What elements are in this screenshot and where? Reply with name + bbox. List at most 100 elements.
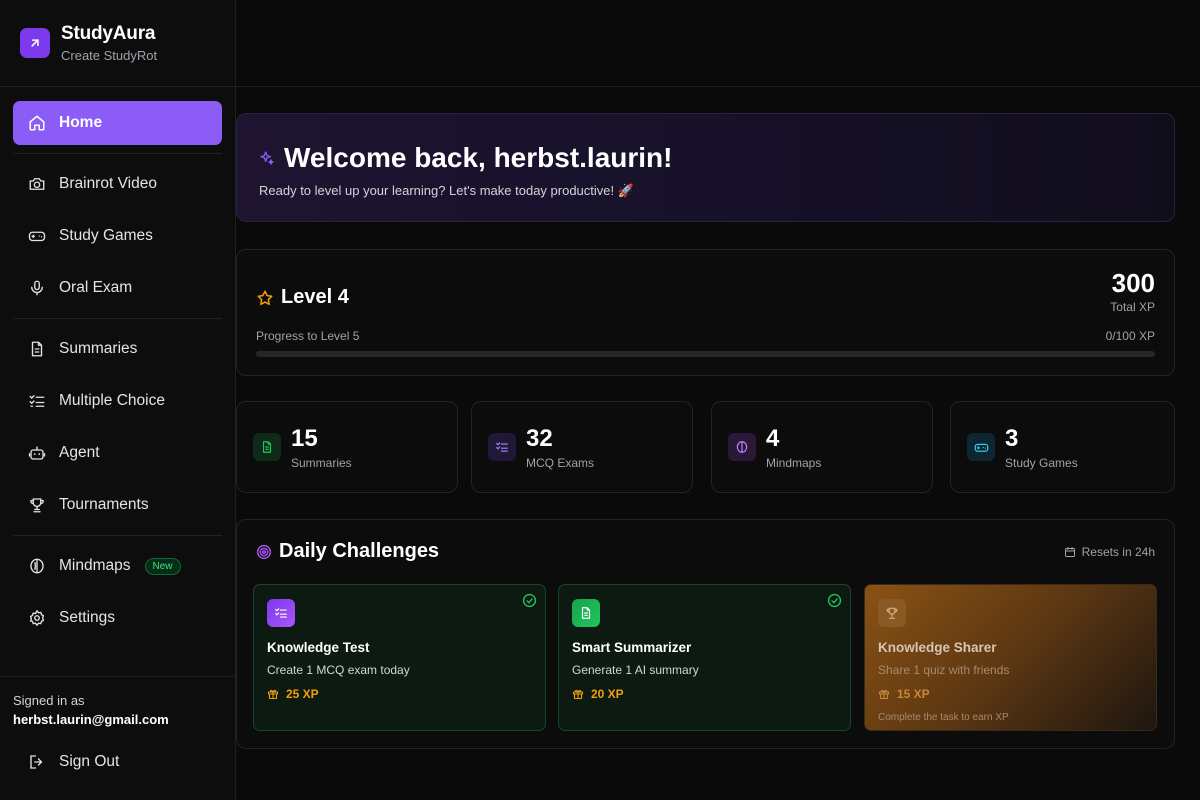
new-badge: New [144, 557, 181, 575]
challenge-description: Generate 1 AI summary [572, 663, 699, 677]
sidebar-item-label: Summaries [59, 340, 138, 357]
level-title: Level 4 [281, 286, 349, 308]
progress-label: Progress to Level 5 [256, 329, 360, 343]
welcome-title: Welcome back, herbst.laurin! [284, 142, 673, 173]
challenge-description: Share 1 quiz with friends [878, 663, 1010, 677]
gamepad-icon [967, 433, 995, 461]
challenge-title: Knowledge Sharer [878, 640, 997, 655]
level-card: Level 4 300 Total XP Progress to Level 5… [236, 249, 1175, 376]
challenge-card-knowledge-sharer[interactable]: Knowledge Sharer Share 1 quiz with frien… [864, 584, 1157, 731]
total-xp-value: 300 [1111, 268, 1155, 298]
check-circle-icon [522, 593, 537, 608]
sign-out-button[interactable]: Sign Out [13, 747, 222, 777]
gift-icon [572, 689, 584, 700]
document-icon [572, 599, 600, 627]
welcome-subtitle: Ready to level up your learning? Let's m… [259, 183, 634, 198]
sidebar-item-home[interactable]: Home [13, 101, 222, 145]
challenge-xp: 15 XP [897, 687, 930, 701]
sidebar-item-oral-exam[interactable]: Oral Exam [13, 266, 222, 310]
stat-card-mindmaps[interactable]: 4 Mindmaps [711, 401, 933, 493]
dashboard: Welcome back, herbst.laurin! Ready to le… [236, 87, 1200, 800]
welcome-banner: Welcome back, herbst.laurin! Ready to le… [236, 113, 1175, 222]
challenge-xp: 25 XP [286, 687, 319, 701]
document-icon [31, 341, 43, 357]
resets-label: Resets in 24h [1081, 544, 1155, 559]
document-icon [253, 433, 281, 461]
sidebar-item-summaries[interactable]: Summaries [13, 327, 222, 371]
trophy-icon [30, 498, 44, 513]
arrow-up-right-icon [20, 28, 50, 58]
sign-out-label: Sign Out [59, 753, 120, 770]
checklist-icon [29, 395, 45, 407]
sidebar-nav: Home Brainrot Video Study Games Oral Exa… [0, 87, 235, 640]
sidebar-item-label: Home [59, 114, 103, 131]
sidebar-item-multiple-choice[interactable]: Multiple Choice [13, 379, 222, 423]
nav-divider [13, 535, 222, 536]
brain-icon [30, 558, 44, 574]
sidebar-item-label: Multiple Choice [59, 392, 165, 409]
daily-challenges-card: Daily Challenges Resets in 24h Knowledge… [236, 519, 1175, 749]
gamepad-icon [28, 231, 46, 242]
sidebar-item-label: Study Games [59, 227, 153, 244]
stat-card-summaries[interactable]: 15 Summaries [236, 401, 458, 493]
stat-label: MCQ Exams [526, 455, 595, 470]
checklist-icon [488, 433, 516, 461]
sidebar-item-label: Brainrot Video [59, 175, 157, 192]
stat-card-study-games[interactable]: 3 Study Games [950, 401, 1175, 493]
calendar-icon [1064, 546, 1075, 557]
challenge-title: Smart Summarizer [572, 640, 692, 655]
brand-subtitle: Create StudyRot [61, 48, 158, 63]
robot-icon [28, 446, 46, 460]
challenge-description: Create 1 MCQ exam today [267, 663, 410, 677]
challenge-title: Knowledge Test [267, 640, 370, 655]
challenge-card-smart-summarizer[interactable]: Smart Summarizer Generate 1 AI summary 2… [558, 584, 851, 731]
sidebar-item-label: Agent [59, 444, 100, 461]
challenge-xp: 20 XP [591, 687, 624, 701]
stat-value: 32 [526, 424, 553, 452]
sidebar-item-agent[interactable]: Agent [13, 431, 222, 475]
stat-label: Summaries [291, 455, 352, 470]
check-circle-icon [827, 593, 842, 608]
target-icon [256, 544, 272, 559]
progress-value: 0/100 XP [1105, 329, 1155, 343]
sidebar-item-mindmaps[interactable]: Mindmaps New [13, 544, 222, 588]
camera-icon [29, 178, 45, 190]
stat-value: 4 [766, 424, 780, 452]
gift-icon [878, 689, 890, 700]
microphone-icon [31, 280, 43, 296]
nav-divider [13, 318, 222, 319]
level-progress-bar [256, 351, 1155, 357]
daily-challenges-title: Daily Challenges [279, 540, 440, 562]
stat-card-mcq-exams[interactable]: 32 MCQ Exams [471, 401, 693, 493]
trophy-icon [878, 599, 906, 627]
challenge-card-knowledge-test[interactable]: Knowledge Test Create 1 MCQ exam today 2… [253, 584, 546, 731]
brand[interactable]: StudyAura Create StudyRot [0, 0, 235, 87]
stat-label: Mindmaps [766, 455, 822, 470]
sidebar-item-settings[interactable]: Settings [13, 596, 222, 640]
top-bar [236, 0, 1200, 87]
challenge-note: Complete the task to earn XP [878, 712, 1009, 723]
logout-icon [30, 755, 43, 769]
sidebar: StudyAura Create StudyRot Home Brainrot … [0, 0, 236, 800]
nav-divider [13, 153, 222, 154]
signed-in-label: Signed in as [13, 693, 85, 708]
sidebar-item-label: Tournaments [59, 496, 149, 513]
gear-icon [29, 609, 45, 627]
sidebar-item-brainrot-video[interactable]: Brainrot Video [13, 162, 222, 206]
checklist-icon [267, 599, 295, 627]
home-icon [29, 115, 45, 131]
user-email: herbst.laurin@gmail.com [13, 712, 169, 727]
stat-value: 15 [291, 424, 318, 452]
sidebar-item-label: Oral Exam [59, 279, 133, 296]
star-icon [257, 290, 273, 305]
gift-icon [267, 689, 279, 700]
account-panel: Signed in as herbst.laurin@gmail.com Sig… [0, 676, 235, 800]
brain-icon [728, 433, 756, 461]
sidebar-item-study-games[interactable]: Study Games [13, 214, 222, 258]
stat-label: Study Games [1005, 455, 1078, 470]
brand-title: StudyAura [61, 23, 156, 44]
sidebar-item-label: Mindmaps [59, 557, 131, 574]
sidebar-item-label: Settings [59, 609, 116, 626]
total-xp-label: Total XP [1110, 300, 1155, 314]
sidebar-item-tournaments[interactable]: Tournaments [13, 483, 222, 527]
